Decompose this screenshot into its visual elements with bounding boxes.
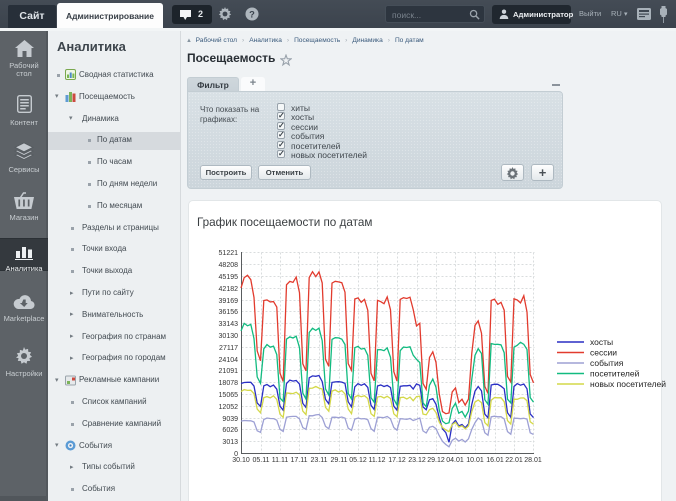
svg-text:хосты: хосты [590, 337, 613, 347]
svg-text:11.12: 11.12 [369, 457, 386, 464]
svg-text:9039: 9039 [222, 416, 238, 423]
svg-text:29.12: 29.12 [427, 457, 445, 464]
svg-text:новых посетителей: новых посетителей [590, 379, 666, 389]
svg-text:22.01: 22.01 [505, 457, 523, 464]
svg-text:3013: 3013 [222, 439, 238, 446]
svg-text:28.01: 28.01 [524, 457, 542, 464]
svg-text:сессии: сессии [590, 348, 617, 358]
svg-text:04.01: 04.01 [446, 457, 464, 464]
svg-text:17.12: 17.12 [388, 457, 406, 464]
svg-text:36156: 36156 [219, 309, 239, 316]
svg-text:24104: 24104 [219, 357, 239, 364]
svg-text:23.11: 23.11 [311, 457, 328, 464]
svg-text:48208: 48208 [219, 262, 239, 269]
svg-text:10.01: 10.01 [466, 457, 484, 464]
svg-text:события: события [590, 358, 624, 368]
svg-text:30130: 30130 [219, 333, 239, 340]
svg-text:12052: 12052 [219, 404, 239, 411]
svg-text:6026: 6026 [222, 427, 238, 434]
svg-text:33143: 33143 [219, 321, 239, 328]
svg-text:05.11: 05.11 [253, 457, 270, 464]
svg-text:11.11: 11.11 [272, 457, 289, 464]
svg-text:16.01: 16.01 [486, 457, 504, 464]
svg-text:45195: 45195 [219, 274, 239, 281]
svg-text:15065: 15065 [219, 392, 239, 399]
svg-text:21091: 21091 [219, 368, 239, 375]
svg-text:51221: 51221 [219, 250, 239, 257]
svg-text:27117: 27117 [219, 345, 238, 352]
svg-text:05.12: 05.12 [349, 457, 367, 464]
svg-text:17.11: 17.11 [291, 457, 308, 464]
svg-text:42182: 42182 [219, 286, 239, 293]
svg-text:29.11: 29.11 [331, 457, 348, 464]
svg-text:посетителей: посетителей [590, 369, 640, 379]
svg-text:30.10: 30.10 [232, 457, 250, 464]
svg-text:18078: 18078 [219, 380, 239, 387]
svg-text:39169: 39169 [219, 298, 239, 305]
svg-text:23.12: 23.12 [408, 457, 426, 464]
